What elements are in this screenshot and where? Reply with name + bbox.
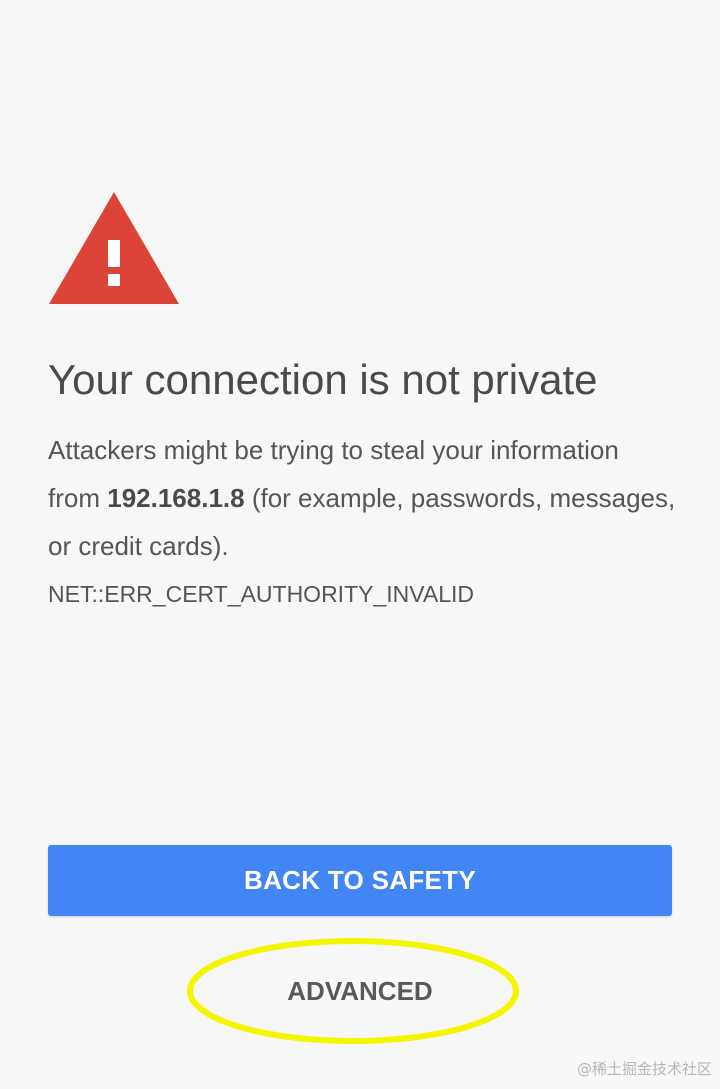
error-code: NET::ERR_CERT_AUTHORITY_INVALID xyxy=(48,581,475,607)
advanced-button[interactable]: ADVANCED xyxy=(210,960,510,1022)
warning-message: Attackers might be trying to steal your … xyxy=(48,426,678,570)
host-address: 192.168.1.8 xyxy=(107,483,245,513)
back-to-safety-button[interactable]: BACK TO SAFETY xyxy=(48,845,672,916)
watermark: @稀土掘金技术社区 xyxy=(576,1060,712,1078)
ssl-error-page: Your connection is not private Attackers… xyxy=(0,0,720,1089)
page-title: Your connection is not private xyxy=(48,356,598,403)
warning-triangle-icon xyxy=(49,192,179,304)
